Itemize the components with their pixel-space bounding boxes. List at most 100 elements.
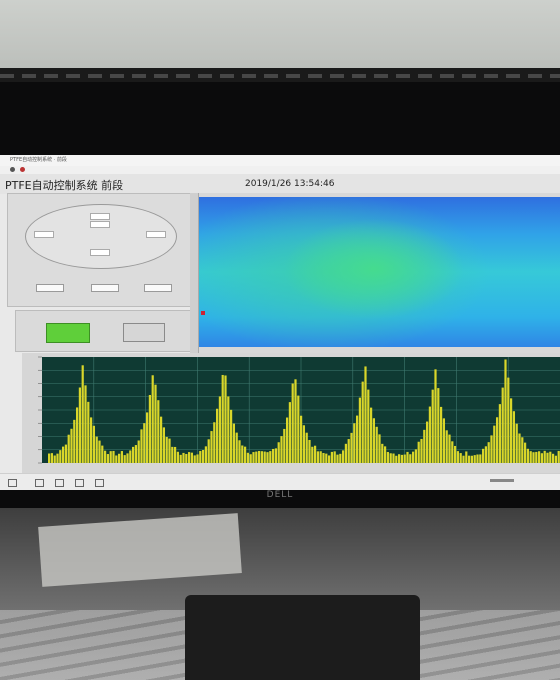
spectrum-bar bbox=[428, 406, 431, 463]
spectrum-bar bbox=[185, 453, 188, 463]
header-bar: PTFE自动控制系统 前段 2019/1/26 13:54:46 bbox=[0, 174, 560, 194]
spectrum-bar bbox=[426, 421, 429, 463]
run-icon[interactable] bbox=[10, 167, 15, 172]
spectrum-bar bbox=[246, 452, 249, 463]
spectrum-bar bbox=[339, 453, 342, 463]
spectrum-bar bbox=[434, 369, 437, 463]
spectrum-bar bbox=[414, 449, 417, 463]
heatmap-panel bbox=[190, 193, 560, 353]
stop-icon[interactable] bbox=[20, 167, 25, 172]
spectrum-bar bbox=[213, 422, 216, 463]
spectrum-bar bbox=[188, 452, 191, 463]
datetime-display: 2019/1/26 13:54:46 bbox=[245, 179, 335, 189]
start-menu-icon[interactable] bbox=[8, 479, 17, 487]
spectrum-bar bbox=[48, 453, 51, 463]
spectrum-bar bbox=[330, 451, 333, 463]
monitor-stand bbox=[185, 595, 420, 680]
spectrum-bar bbox=[540, 453, 543, 463]
start-button[interactable] bbox=[46, 323, 90, 343]
spectrum-bar bbox=[417, 441, 420, 463]
spectrum-bar bbox=[157, 400, 160, 463]
spectrum-bar bbox=[487, 442, 490, 463]
spectrum-bar bbox=[535, 451, 538, 463]
spectrum-bar bbox=[269, 451, 272, 463]
spectrum-bar bbox=[294, 379, 297, 463]
spectrum-bar bbox=[386, 451, 389, 463]
spectrum-bar bbox=[101, 445, 104, 463]
spectrum-bar bbox=[221, 374, 224, 463]
stop-button[interactable] bbox=[123, 323, 165, 342]
spectrum-bar bbox=[395, 455, 398, 463]
spectrum-bar bbox=[347, 439, 350, 463]
taskbar-app-icon[interactable] bbox=[35, 479, 44, 487]
spectrum-bar bbox=[283, 428, 286, 463]
spectrum-bar bbox=[370, 407, 373, 463]
tray-icons[interactable] bbox=[490, 479, 514, 482]
spectrum-bar bbox=[154, 384, 157, 463]
spectrum-bar bbox=[148, 394, 151, 463]
param-input[interactable] bbox=[36, 284, 64, 292]
ellipse-field[interactable] bbox=[90, 249, 110, 256]
spectrum-bar bbox=[120, 451, 123, 463]
spectrum-bar bbox=[179, 454, 182, 463]
spectrum-bar bbox=[266, 452, 269, 463]
spectrum-bar bbox=[53, 455, 56, 463]
spectrum-bar bbox=[378, 434, 381, 463]
taskbar bbox=[0, 473, 560, 490]
spectrum-bar bbox=[308, 439, 311, 463]
spectrum-bar bbox=[456, 451, 459, 463]
spectrum-bar bbox=[353, 423, 356, 463]
spectrum-bar bbox=[409, 454, 412, 463]
spectrum-bar bbox=[515, 423, 518, 463]
param-input[interactable] bbox=[91, 284, 119, 292]
spectrum-bar bbox=[543, 450, 546, 463]
spectrum-chart-frame bbox=[22, 353, 560, 473]
heatmap-scale[interactable] bbox=[190, 193, 199, 353]
ellipse-field[interactable] bbox=[90, 213, 110, 220]
system-title: PTFE自动控制系统 前段 bbox=[5, 179, 124, 192]
spectrum-bar bbox=[104, 450, 107, 463]
spectrum-bar bbox=[518, 433, 521, 463]
spectrum-bar bbox=[73, 419, 76, 463]
spectrum-bar bbox=[406, 451, 409, 463]
spectrum-bar bbox=[504, 359, 507, 463]
ellipse-field[interactable] bbox=[146, 231, 166, 238]
spectrum-bar bbox=[482, 448, 485, 463]
spectrum-bar bbox=[255, 451, 258, 463]
taskbar-app-icon[interactable] bbox=[55, 479, 64, 487]
spectrum-bar bbox=[442, 418, 445, 463]
spectrum-bar bbox=[403, 454, 406, 463]
taskbar-app-icon[interactable] bbox=[95, 479, 104, 487]
spectrum-bar bbox=[479, 454, 482, 463]
spectrum-bar bbox=[392, 453, 395, 463]
spectrum-bar bbox=[263, 451, 266, 463]
spectrum-bar bbox=[50, 453, 53, 463]
spectrum-bar bbox=[325, 453, 328, 463]
spectrum-bar bbox=[193, 455, 196, 463]
spectrum-bar bbox=[305, 432, 308, 463]
spectrum-bar bbox=[375, 426, 378, 463]
spectrum-bar bbox=[218, 396, 221, 463]
spectrum-bar bbox=[448, 434, 451, 463]
ellipse-field[interactable] bbox=[90, 221, 110, 228]
spectrum-bar bbox=[274, 448, 277, 463]
spectrum-bar bbox=[176, 451, 179, 463]
spectrum-bar bbox=[322, 452, 325, 463]
param-input[interactable] bbox=[144, 284, 172, 292]
spectrum-bar bbox=[182, 452, 185, 463]
spectrum-bar bbox=[319, 451, 322, 463]
spectrum-bar bbox=[431, 389, 434, 463]
spectrum-bar bbox=[90, 417, 93, 463]
ellipse-field[interactable] bbox=[34, 231, 54, 238]
spectrum-bar bbox=[342, 450, 345, 463]
spectrum-bar bbox=[501, 387, 504, 463]
spectrum-bar bbox=[344, 443, 347, 463]
spectrum-bar bbox=[451, 441, 454, 463]
taskbar-app-icon[interactable] bbox=[75, 479, 84, 487]
spectrum-bar bbox=[165, 436, 168, 463]
spectrum-bar bbox=[196, 454, 199, 463]
spectrum-bar bbox=[241, 445, 244, 463]
spectrum-bar bbox=[210, 431, 213, 463]
toolbar bbox=[0, 166, 560, 174]
bezel-pattern bbox=[0, 74, 560, 78]
